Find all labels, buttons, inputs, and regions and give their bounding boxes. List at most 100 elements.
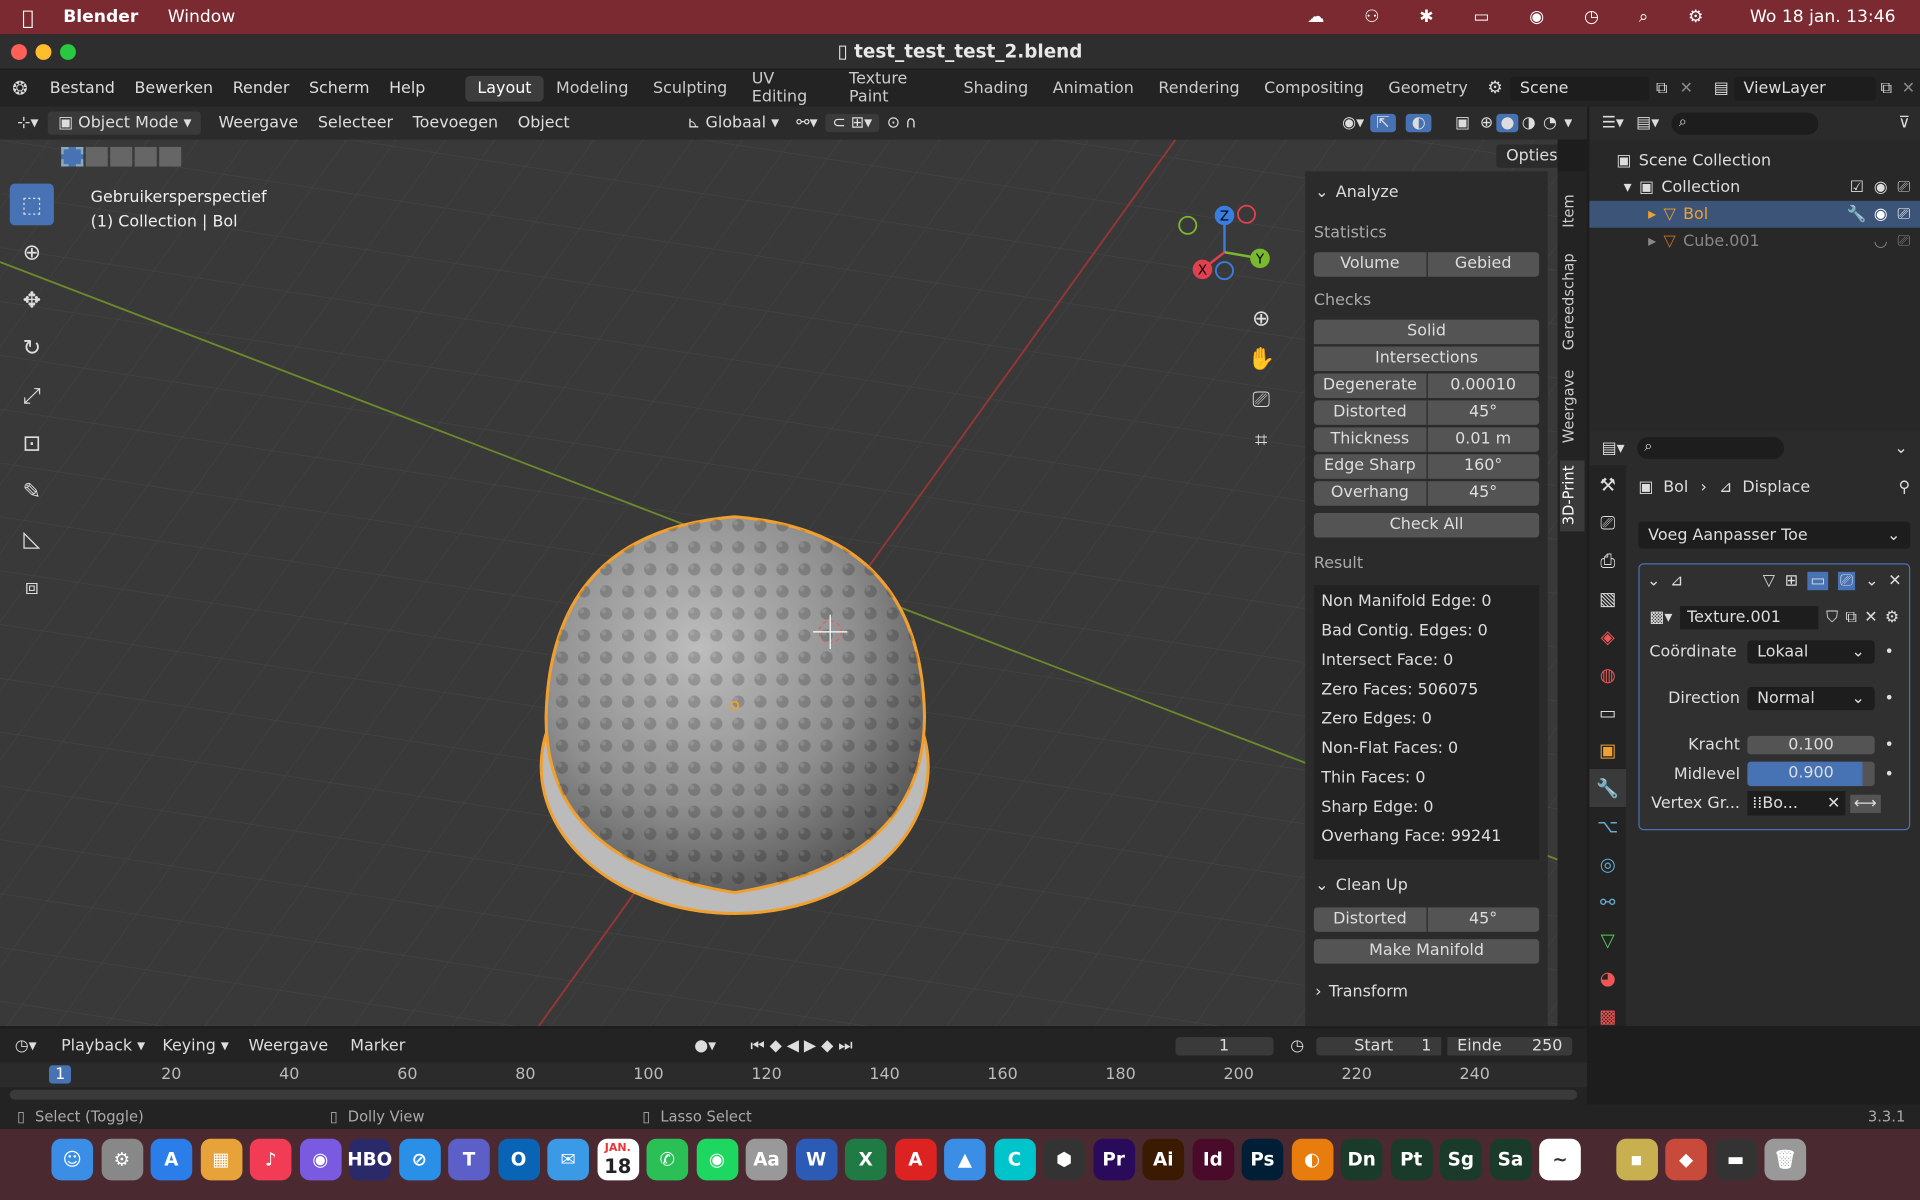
eye-icon[interactable]: ◉ bbox=[1874, 205, 1888, 223]
filter-icon[interactable]: ⊽ bbox=[1899, 114, 1920, 132]
dock-app-siri[interactable]: ◉ bbox=[299, 1138, 342, 1181]
viewlayer-selector[interactable]: ViewLayer bbox=[1733, 76, 1876, 100]
dock-app-spotify[interactable]: ◉ bbox=[696, 1138, 738, 1181]
dock-app-sonos[interactable]: ▪ bbox=[1615, 1138, 1658, 1181]
ortho-grid-icon[interactable]: ⌗ bbox=[1243, 420, 1280, 460]
dock-app-word[interactable]: W bbox=[795, 1138, 837, 1181]
dock-app-hbo-max[interactable]: HBO bbox=[347, 1138, 392, 1181]
menu-bewerken[interactable]: Bewerken bbox=[125, 79, 223, 97]
select-extend-icon[interactable] bbox=[85, 146, 108, 167]
select-subtract-icon[interactable] bbox=[110, 146, 133, 167]
overlay-toggle-icon[interactable]: ◐ bbox=[1405, 113, 1432, 133]
intersections-button[interactable]: Intersections bbox=[1313, 346, 1540, 372]
clock[interactable]: Wo 18 jan. 13:46 bbox=[1735, 7, 1920, 27]
dock-app-finder[interactable]: ☺ bbox=[51, 1138, 94, 1181]
dock-app-canva[interactable]: C bbox=[993, 1138, 1036, 1181]
rendered-shading-icon[interactable]: ◔ bbox=[1539, 114, 1560, 132]
keyframe-dot-icon[interactable]: • bbox=[1884, 735, 1893, 753]
dock-app-mail[interactable]: ✉ bbox=[547, 1138, 589, 1181]
expand-icon[interactable]: ▸ bbox=[1648, 205, 1656, 223]
scene-tab-icon[interactable]: ◈ bbox=[1589, 617, 1626, 655]
collection-tab-icon[interactable]: ▭ bbox=[1589, 693, 1626, 731]
menu-selecteer[interactable]: Selecteer bbox=[308, 114, 403, 132]
transform-header[interactable]: › Transform bbox=[1305, 964, 1547, 1007]
dock-app-id[interactable]: Id bbox=[1192, 1138, 1234, 1181]
dock-app-app-store[interactable]: A bbox=[150, 1138, 193, 1181]
modifier-menu-icon[interactable]: ⌄ bbox=[1865, 571, 1878, 589]
param-value-field[interactable]: 45° bbox=[1427, 400, 1540, 425]
cleanup-distorted-field[interactable]: 45° bbox=[1427, 907, 1540, 932]
menu-marker[interactable]: Marker bbox=[350, 1037, 405, 1055]
auto-key-icon[interactable]: ●▾ bbox=[694, 1037, 716, 1055]
menu-object[interactable]: Object bbox=[508, 114, 579, 132]
tab-3d-print[interactable]: 3D-Print bbox=[1560, 460, 1585, 532]
viewport-toggle-icon[interactable]: ▭ bbox=[1807, 571, 1828, 590]
pan-hand-icon[interactable]: ✋ bbox=[1243, 339, 1280, 379]
tab-sculpting[interactable]: Sculpting bbox=[641, 75, 740, 101]
analyze-header[interactable]: ⌄ Analyze bbox=[1305, 171, 1547, 207]
delete-scene-icon[interactable]: ✕ bbox=[1674, 79, 1700, 97]
transform-tool-icon[interactable]: ⊡ bbox=[10, 422, 54, 464]
particles-tab-icon[interactable]: ⌥ bbox=[1589, 807, 1626, 845]
move-tool-icon[interactable]: ✥ bbox=[10, 279, 54, 321]
dock-app-settings[interactable]: ⚙ bbox=[101, 1138, 143, 1181]
eye-icon[interactable]: ◉ bbox=[1874, 178, 1888, 196]
scale-tool-icon[interactable]: ⤢ bbox=[10, 375, 54, 417]
stopwatch-icon[interactable]: ◷ bbox=[1290, 1037, 1304, 1055]
jump-end-icon[interactable]: ⏭ bbox=[838, 1037, 852, 1055]
tool-tab-icon[interactable]: ⚒ bbox=[1589, 465, 1626, 503]
texture-icon[interactable]: ▩▾ bbox=[1649, 608, 1672, 626]
kracht-field[interactable]: 0.100 bbox=[1747, 735, 1875, 754]
dock-app-trash[interactable]: 🗑 bbox=[1764, 1138, 1807, 1181]
menu-render[interactable]: Render bbox=[223, 79, 299, 97]
outliner-search-input[interactable]: ⌕ bbox=[1671, 112, 1819, 135]
camera-icon[interactable]: ⎚ bbox=[1897, 232, 1910, 250]
timeline-scrollbar[interactable] bbox=[9, 1089, 1578, 1100]
frame-ruler[interactable]: 1 20 40 60 80 100 120 140 160 180 200 220 240 bbox=[0, 1062, 1587, 1088]
scene-selector[interactable]: Scene bbox=[1510, 76, 1650, 100]
object-tab-icon[interactable]: ▣ bbox=[1589, 731, 1626, 769]
cleanup-header[interactable]: ⌄ Clean Up bbox=[1305, 860, 1547, 908]
physics-tab-icon[interactable]: ◎ bbox=[1589, 845, 1626, 883]
make-manifold-button[interactable]: Make Manifold bbox=[1313, 939, 1540, 964]
scene-icon[interactable]: ⚙ bbox=[1480, 78, 1510, 98]
param-value-field[interactable]: 0.00010 bbox=[1427, 373, 1540, 398]
dock-app-keynote[interactable]: ▲ bbox=[944, 1138, 986, 1181]
app-menu[interactable]: Blender bbox=[49, 7, 154, 27]
dock-app-outlook[interactable]: O bbox=[497, 1138, 540, 1181]
keyframe-dot-icon[interactable]: • bbox=[1884, 642, 1893, 660]
check-all-button[interactable]: Check All bbox=[1313, 513, 1540, 538]
tab-texture-paint[interactable]: Texture Paint bbox=[837, 66, 951, 110]
menu-bestand[interactable]: Bestand bbox=[40, 79, 125, 97]
visibility-icon[interactable]: ◉▾ bbox=[1336, 114, 1370, 132]
add-modifier-dropdown[interactable]: Voeg Aanpasser Toe ⌄ bbox=[1638, 521, 1911, 549]
outliner-item-bol[interactable]: ▸ ▽ Bol 🔧 ◉ ⎚ bbox=[1589, 200, 1920, 228]
dock-app-teams[interactable]: T bbox=[448, 1138, 490, 1181]
mode-selector[interactable]: ▣ Object Mode ▾ bbox=[48, 111, 202, 135]
menu-keying[interactable]: Keying ▾ bbox=[162, 1037, 229, 1055]
options-button[interactable]: Opties bbox=[1496, 144, 1558, 168]
texture-tab-icon[interactable]: ▩ bbox=[1589, 997, 1626, 1035]
display-mode-icon[interactable]: ▤▾ bbox=[1636, 114, 1659, 132]
param-value-field[interactable]: 0.01 m bbox=[1427, 427, 1540, 452]
current-frame-field[interactable]: 1 bbox=[1175, 1036, 1274, 1055]
unlink-texture-icon[interactable]: ✕ bbox=[1864, 608, 1877, 626]
invert-vertex-group-icon[interactable]: ⟷ bbox=[1850, 794, 1881, 813]
cursor-tool-icon[interactable]: ⊕ bbox=[10, 231, 54, 273]
zoom-icon[interactable]: ⊕ bbox=[1243, 299, 1280, 339]
collection-row[interactable]: ▾ ▣ Collection ☑ ◉ ⎚ bbox=[1589, 174, 1920, 201]
vertex-group-field[interactable]: ⁞⁞ Bo... ✕ bbox=[1747, 791, 1846, 816]
constraints-tab-icon[interactable]: ⚯ bbox=[1589, 883, 1626, 921]
prev-keyframe-icon[interactable]: ◆ bbox=[770, 1037, 782, 1055]
tab-item[interactable]: Item bbox=[1560, 189, 1584, 233]
param-value-field[interactable]: 45° bbox=[1427, 481, 1540, 506]
apple-icon[interactable]:  bbox=[0, 6, 49, 29]
menu-scherm[interactable]: Scherm bbox=[299, 79, 379, 97]
tab-uv-editing[interactable]: UV Editing bbox=[740, 66, 837, 110]
dock-app-acrobat[interactable]: A bbox=[894, 1138, 937, 1181]
select-tool-icon[interactable]: ⬚ bbox=[9, 183, 54, 226]
select-intersect-icon[interactable] bbox=[159, 146, 182, 167]
dock-app-safari[interactable]: ⊘ bbox=[398, 1138, 441, 1181]
dock-app-whatsapp[interactable]: ✆ bbox=[646, 1138, 689, 1181]
render-tab-icon[interactable]: ⎚ bbox=[1589, 503, 1626, 541]
